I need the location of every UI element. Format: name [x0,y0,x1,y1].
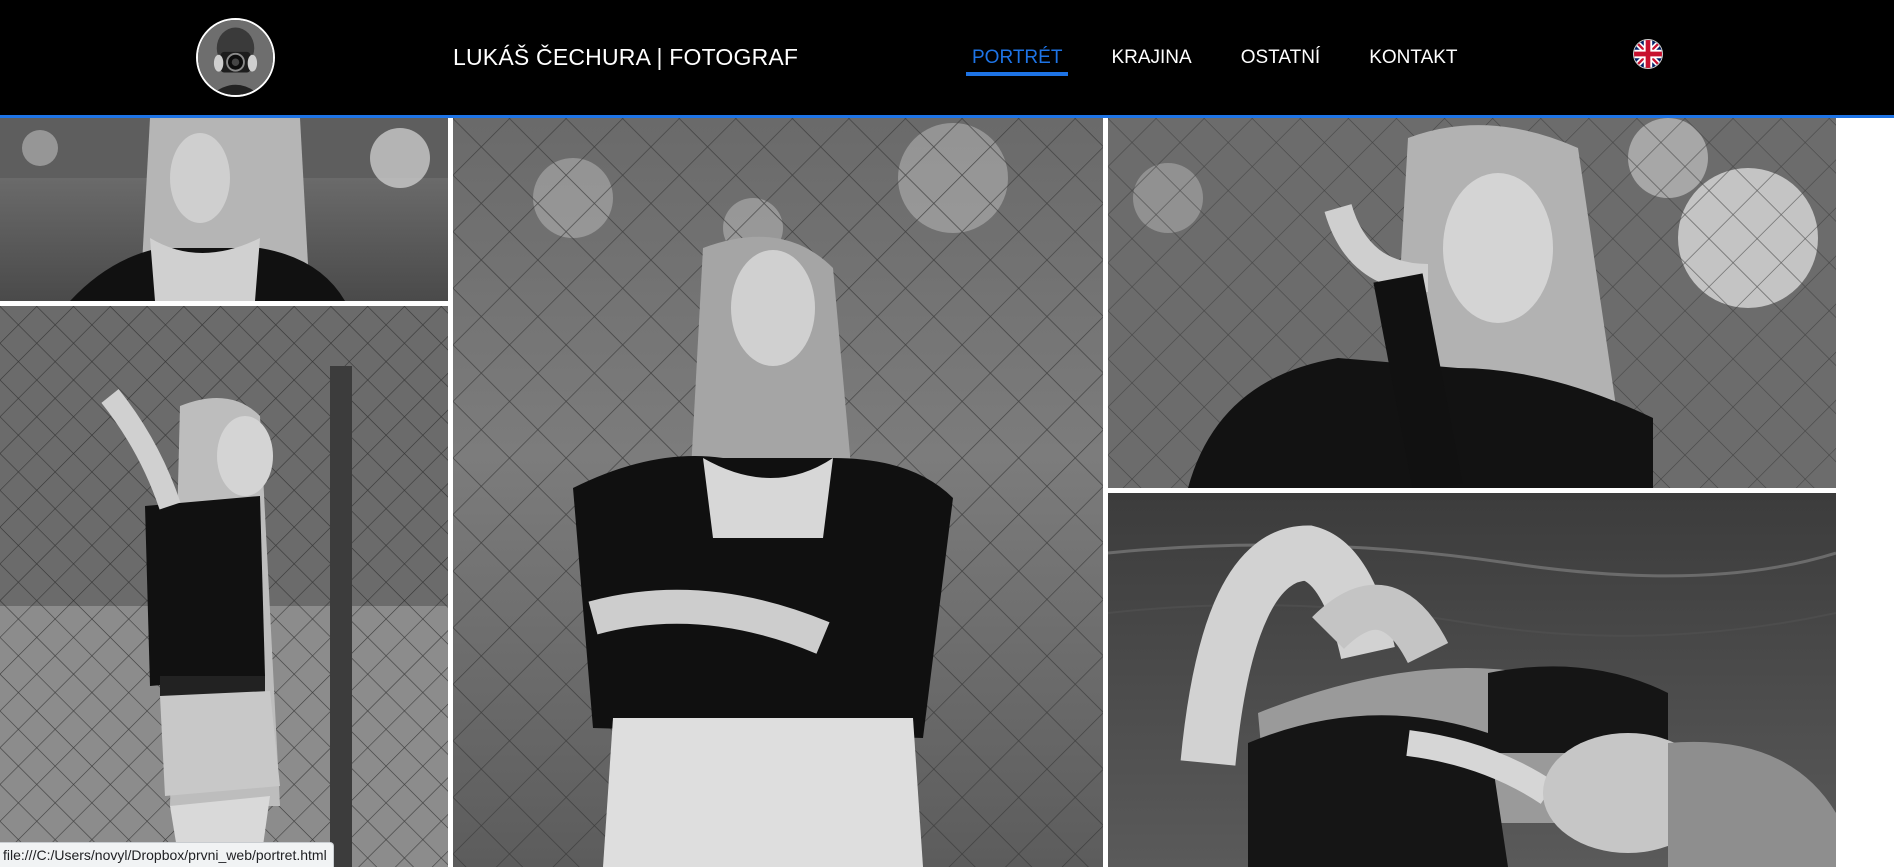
nav-item-portret[interactable]: PORTRÉT [966,0,1069,115]
portrait-photo-standing-fence[interactable] [0,306,448,867]
nav-item-ostatni[interactable]: OSTATNÍ [1235,0,1327,115]
nav-item-kontakt[interactable]: KONTAKT [1363,0,1463,115]
portrait-photo-hand-in-hair[interactable] [1108,118,1836,488]
uk-flag-icon[interactable] [1633,39,1663,69]
portrait-gallery [0,118,1897,867]
nav-item-krajina[interactable]: KRAJINA [1105,0,1197,115]
browser-status-bar-url: file:///C:/Users/novyl/Dropbox/prvni_web… [0,842,334,867]
site-title[interactable]: LUKÁŠ ČECHURA | FOTOGRAF [453,44,798,71]
photographer-avatar-icon[interactable] [196,18,275,97]
portrait-photo-closeup-left[interactable] [0,118,448,301]
portrait-photo-sitting-center[interactable] [453,118,1103,867]
portrait-photo-lying-grass[interactable] [1108,493,1836,867]
camera-portrait-icon [198,20,273,95]
main-navigation: PORTRÉT KRAJINA OSTATNÍ KONTAKT [966,0,1501,115]
site-header: LUKÁŠ ČECHURA | FOTOGRAF PORTRÉT KRAJINA… [0,0,1894,118]
